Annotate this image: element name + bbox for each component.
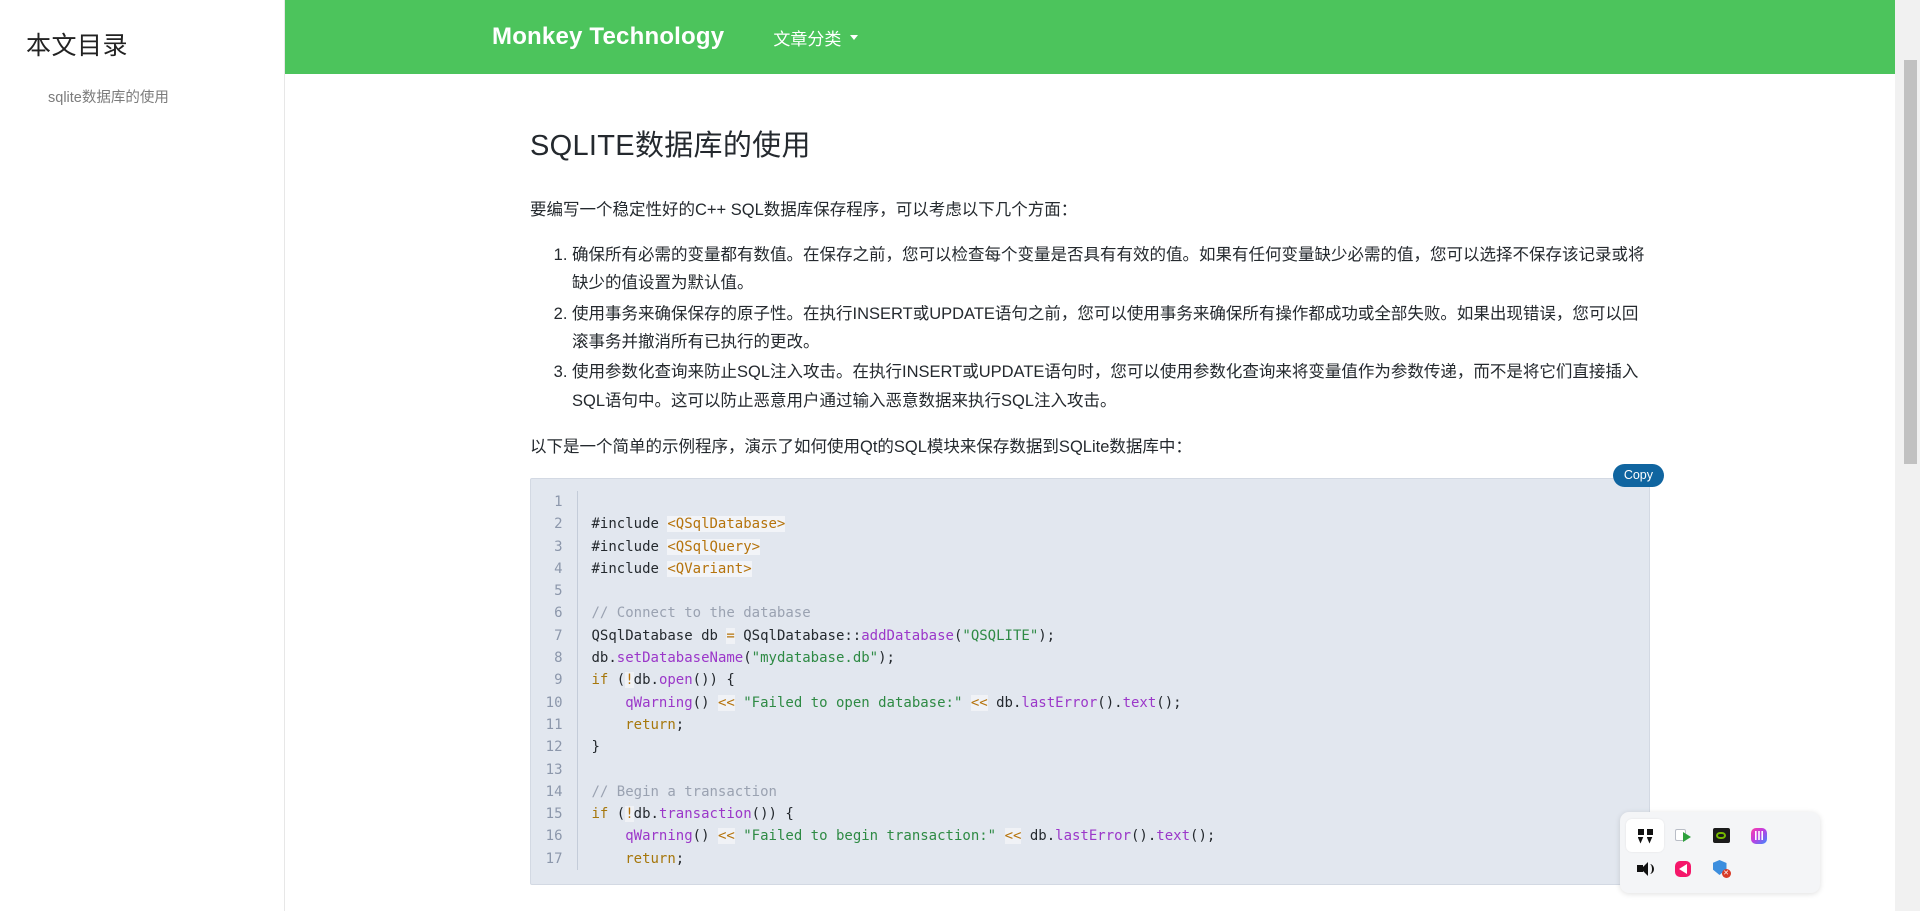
line-number: 11 xyxy=(531,713,578,737)
line-number: 9 xyxy=(531,669,578,692)
line-number: 13 xyxy=(531,758,578,781)
apps-grid-icon xyxy=(1637,828,1653,844)
security-shield-icon: ✕ xyxy=(1712,860,1731,878)
code-line: 17 return; xyxy=(531,847,1649,871)
code-line-text: #include <QVariant> xyxy=(591,560,752,577)
code-line-text: // Connect to the database xyxy=(591,605,811,622)
code-line: 10 qWarning() << "Failed to open databas… xyxy=(531,691,1649,714)
article-inner: SQLITE数据库的使用 要编写一个稳定性好的C++ SQL数据库保存程序，可以… xyxy=(530,74,1664,886)
code-line-text: #include <QSqlDatabase> xyxy=(591,516,786,533)
code-line: 11 return; xyxy=(531,713,1649,737)
code-block[interactable]: 1 2 #include <QSqlDatabase> 3 #include <… xyxy=(530,478,1650,886)
code-line-text xyxy=(577,580,1649,602)
code-table: 1 2 #include <QSqlDatabase> 3 #include <… xyxy=(531,491,1649,871)
code-line-text: return; xyxy=(625,716,685,733)
line-number: 16 xyxy=(531,825,578,848)
code-line-text: if (!db.transaction()) { xyxy=(591,806,794,823)
speaker-icon xyxy=(1636,861,1654,876)
code-line-text: #include <QSqlQuery> xyxy=(591,538,761,555)
code-line-text: qWarning() << "Failed to open database:"… xyxy=(625,694,1182,711)
nav-item-article-categories[interactable]: 文章分类 xyxy=(773,25,859,50)
copy-code-button[interactable]: Copy xyxy=(1612,464,1664,487)
key-points-list: 确保所有必需的变量都有数值。在保存之前，您可以检查每个变量是否具有有效的值。如果… xyxy=(530,241,1650,415)
code-line-text xyxy=(577,759,1649,781)
toc-title: 本文目录 xyxy=(26,32,129,60)
line-number: 10 xyxy=(531,691,578,714)
line-number: 14 xyxy=(531,780,578,804)
code-line: 13 xyxy=(531,758,1649,781)
intro-paragraph: 要编写一个稳定性好的C++ SQL数据库保存程序，可以考虑以下几个方面： xyxy=(530,201,1078,219)
tray-nvidia-button[interactable] xyxy=(1702,819,1740,852)
page-scrollbar[interactable] xyxy=(1895,0,1920,911)
list-item: 确保所有必需的变量都有数值。在保存之前，您可以检查每个变量是否具有有效的值。如果… xyxy=(572,241,1650,298)
code-line-text xyxy=(577,491,1649,513)
tray-gradient-app-button[interactable] xyxy=(1740,819,1778,852)
code-line: 5 xyxy=(531,580,1649,603)
code-line: 4 #include <QVariant> xyxy=(531,557,1649,581)
line-number: 17 xyxy=(531,847,578,871)
table-of-contents-sidebar: 本文目录 sqlite数据库的使用 xyxy=(0,0,285,911)
nvidia-icon xyxy=(1712,828,1730,843)
line-number: 7 xyxy=(531,624,578,648)
page-root: 本文目录 sqlite数据库的使用 Monkey Technology 文章分类… xyxy=(0,0,1920,911)
code-line: 14 // Begin a transaction xyxy=(531,780,1649,804)
tray-speaker-button[interactable] xyxy=(1626,852,1664,885)
system-tray-overflow-panel: ✕ xyxy=(1620,812,1820,893)
code-line-text: // Begin a transaction xyxy=(591,783,777,800)
line-number: 1 xyxy=(531,491,578,514)
code-line: 12 } xyxy=(531,736,1649,759)
toc-item-sqlite[interactable]: sqlite数据库的使用 xyxy=(0,82,285,116)
site-brand[interactable]: Monkey Technology xyxy=(492,23,724,51)
line-number: 2 xyxy=(531,513,578,536)
line-number: 6 xyxy=(531,602,578,625)
code-line: 9 if (!db.open()) { xyxy=(531,669,1649,692)
code-line-text: if (!db.open()) { xyxy=(591,672,735,689)
code-line-text: } xyxy=(591,739,600,756)
tray-apps-grid-button[interactable] xyxy=(1626,819,1664,852)
tray-security-button[interactable]: ✕ xyxy=(1702,852,1740,885)
outro-paragraph: 以下是一个简单的示例程序，演示了如何使用Qt的SQL模块来保存数据到SQLite… xyxy=(530,438,1192,457)
gradient-app-icon xyxy=(1751,827,1767,844)
page-title: SQLITE数据库的使用 xyxy=(530,130,811,162)
pink-app-icon xyxy=(1675,860,1691,877)
tray-pink-app-button[interactable] xyxy=(1664,852,1702,885)
list-item: 使用事务来确保保存的原子性。在执行INSERT或UPDATE语句之前，您可以使用… xyxy=(572,300,1650,357)
code-line-text: qWarning() << "Failed to begin transacti… xyxy=(625,828,1216,845)
line-number: 15 xyxy=(531,803,578,826)
line-number: 4 xyxy=(531,557,578,581)
page-scrollbar-thumb[interactable] xyxy=(1904,60,1917,464)
screen-play-icon xyxy=(1675,828,1691,843)
code-line-text: return; xyxy=(625,850,685,867)
code-line: 2 #include <QSqlDatabase> xyxy=(531,513,1649,536)
line-number: 3 xyxy=(531,535,578,558)
toc-list: sqlite数据库的使用 xyxy=(0,82,285,116)
nav-item-label: 文章分类 xyxy=(773,29,842,49)
code-block-wrapper: Copy 1 2 #include <QSqlDatabase> 3 #incl… xyxy=(530,464,1664,886)
code-line: 16 qWarning() << "Failed to begin transa… xyxy=(531,825,1649,848)
line-number: 8 xyxy=(531,647,578,670)
code-line-text: db.setDatabaseName("mydatabase.db"); xyxy=(591,650,895,667)
code-line: 6 // Connect to the database xyxy=(531,602,1649,625)
chevron-down-icon xyxy=(850,34,859,40)
article-container: SQLITE数据库的使用 要编写一个稳定性好的C++ SQL数据库保存程序，可以… xyxy=(285,74,1895,911)
line-number: 12 xyxy=(531,736,578,759)
code-line: 7 QSqlDatabase db = QSqlDatabase::addDat… xyxy=(531,624,1649,648)
top-navbar: Monkey Technology 文章分类 xyxy=(285,0,1895,74)
line-number: 5 xyxy=(531,580,578,603)
code-line: 8 db.setDatabaseName("mydatabase.db"); xyxy=(531,647,1649,670)
code-line: 3 #include <QSqlQuery> xyxy=(531,535,1649,558)
code-line: 1 xyxy=(531,491,1649,514)
tray-screen-play-button[interactable] xyxy=(1664,819,1702,852)
code-line: 15 if (!db.transaction()) { xyxy=(531,803,1649,826)
list-item: 使用参数化查询来防止SQL注入攻击。在执行INSERT或UPDATE语句时，您可… xyxy=(572,358,1650,415)
code-line-text: QSqlDatabase db = QSqlDatabase::addDatab… xyxy=(591,627,1056,644)
